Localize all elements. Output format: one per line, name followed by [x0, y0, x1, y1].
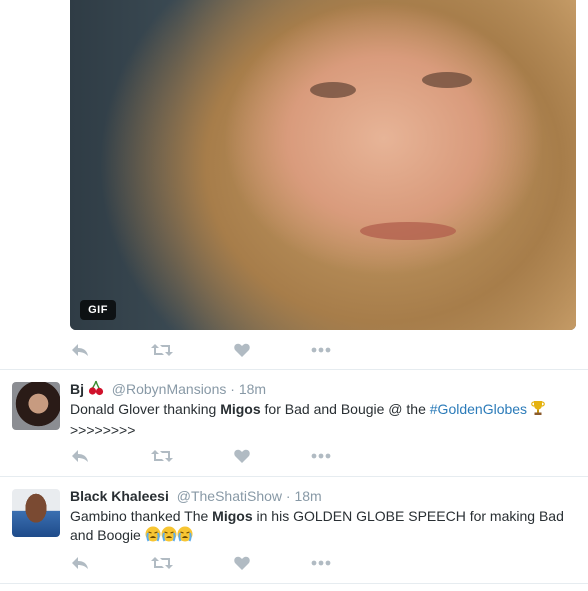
like-button[interactable]: [232, 553, 252, 573]
reply-icon: [72, 557, 88, 569]
retweet-button[interactable]: [150, 340, 174, 360]
tweet-header: Bj @RobynMansions · 18m: [70, 380, 266, 400]
more-button[interactable]: [310, 340, 332, 360]
tweet-text-part: Donald Glover thanking: [70, 401, 221, 417]
like-button[interactable]: [232, 446, 252, 466]
tweet-divider: [0, 583, 588, 584]
reply-icon: [72, 450, 88, 462]
author-name[interactable]: Bj: [70, 381, 84, 397]
reply-icon: [72, 344, 88, 356]
reply-button[interactable]: [70, 446, 90, 466]
crying-face-emoji: [177, 526, 193, 547]
retweet-icon: [151, 450, 173, 462]
more-icon: [311, 560, 331, 566]
more-button[interactable]: [310, 553, 332, 573]
reply-button[interactable]: [70, 340, 90, 360]
tweet-text-highlight: Migos: [220, 401, 261, 417]
tweet-timestamp[interactable]: 18m: [239, 381, 266, 397]
gif-media[interactable]: GIF: [70, 0, 576, 330]
trophy-emoji: [531, 400, 545, 421]
avatar[interactable]: [12, 489, 60, 537]
cherries-emoji: [88, 380, 104, 400]
separator-dot: ·: [285, 488, 291, 504]
face-eye-right: [422, 72, 472, 88]
tweet-item[interactable]: Bj @RobynMansions · 18m Donald Glover th…: [0, 370, 588, 476]
tweet-header: Black Khaleesi @TheShatiShow · 18m: [70, 487, 322, 505]
author-handle[interactable]: @TheShatiShow: [177, 488, 282, 504]
tweet-text: Donald Glover thanking Migos for Bad and…: [70, 400, 578, 440]
gif-frame-image: [70, 0, 576, 330]
like-button[interactable]: [232, 340, 252, 360]
retweet-icon: [151, 344, 173, 356]
avatar[interactable]: [12, 382, 60, 430]
gif-badge: GIF: [80, 300, 116, 320]
more-button[interactable]: [310, 446, 332, 466]
tweet-text-part: >>>>>>>>: [70, 422, 136, 438]
more-icon: [311, 453, 331, 459]
tweet-text-part: for Bad and Bougie @ the: [260, 401, 430, 417]
tweet-text-part: and Boogie: [70, 527, 141, 543]
tweet-text: Gambino thanked The Migos in his GOLDEN …: [70, 507, 578, 547]
tweet-text-highlight: Migos: [212, 508, 253, 524]
tweet-text-part: in his GOLDEN GLOBE SPEECH for making Ba…: [252, 508, 564, 524]
heart-icon: [234, 449, 250, 463]
author-name[interactable]: Black Khaleesi: [70, 488, 169, 504]
retweet-button[interactable]: [150, 446, 174, 466]
more-icon: [311, 347, 331, 353]
hashtag-link[interactable]: #GoldenGlobes: [430, 401, 527, 417]
tweet-text-part: Gambino thanked The: [70, 508, 213, 524]
retweet-button[interactable]: [150, 553, 174, 573]
tweet-item[interactable]: Black Khaleesi @TheShatiShow · 18m Gambi…: [0, 477, 588, 583]
tweet-timestamp[interactable]: 18m: [294, 488, 321, 504]
heart-icon: [234, 343, 250, 357]
crying-face-emoji: [161, 526, 177, 547]
crying-face-emoji: [145, 526, 161, 547]
separator-dot: ·: [230, 381, 235, 397]
reply-button[interactable]: [70, 553, 90, 573]
face-eye-left: [310, 82, 356, 98]
heart-icon: [234, 556, 250, 570]
face-mouth: [360, 222, 456, 240]
retweet-icon: [151, 557, 173, 569]
author-handle[interactable]: @RobynMansions: [112, 381, 227, 397]
